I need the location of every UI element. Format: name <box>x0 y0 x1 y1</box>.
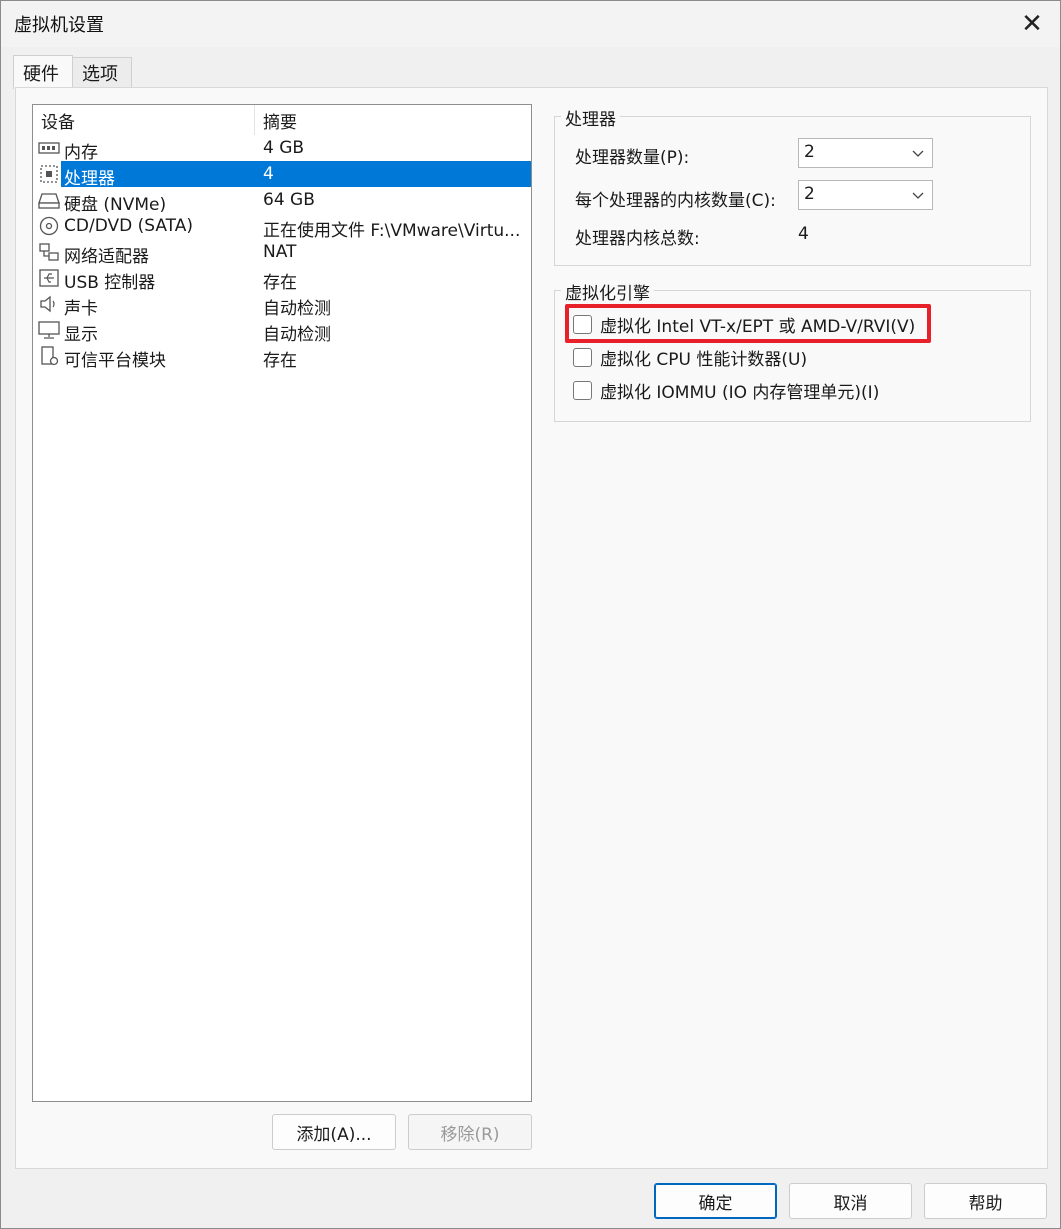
device-row-network-adapter[interactable]: 网络适配器 NAT <box>33 239 531 267</box>
device-row-processor[interactable]: 处理器 4 <box>33 161 531 189</box>
usb-icon <box>39 269 59 287</box>
device-summary: 自动检测 <box>263 299 331 319</box>
window-title: 虚拟机设置 <box>14 15 104 36</box>
device-summary: 存在 <box>263 273 297 293</box>
ok-button-label: 确定 <box>698 1193 733 1214</box>
hard-disk-icon <box>38 193 60 209</box>
device-row-cd-dvd[interactable]: CD/DVD (SATA) 正在使用文件 F:\VMware\Virtu... <box>33 213 531 241</box>
red-annotation-box <box>565 304 931 343</box>
chevron-down-icon <box>912 192 924 199</box>
tab-hardware[interactable]: 硬件 <box>13 55 73 89</box>
virtualize-iommu-checkbox[interactable] <box>573 380 592 400</box>
list-header: 设备 摘要 <box>33 105 531 135</box>
column-header-device[interactable]: 设备 <box>33 105 255 135</box>
device-row-usb[interactable]: USB 控制器 存在 <box>33 265 531 293</box>
memory-icon <box>38 142 60 154</box>
device-row-display[interactable]: 显示 自动检测 <box>33 317 531 345</box>
device-name: 声卡 <box>64 299 98 319</box>
selection-highlight <box>61 161 531 187</box>
virtualize-cpu-counters-checkbox-row[interactable]: 虚拟化 CPU 性能计数器(U) <box>573 345 808 370</box>
tab-options[interactable]: 选项 <box>72 57 132 88</box>
device-summary: 正在使用文件 F:\VMware\Virtu... <box>263 221 521 241</box>
help-button[interactable]: 帮助 <box>924 1183 1047 1219</box>
title-bar: 虚拟机设置 ✕ <box>1 1 1060 47</box>
close-icon: ✕ <box>1021 9 1043 39</box>
virtualize-cpu-counters-label: 虚拟化 CPU 性能计数器(U) <box>600 349 808 370</box>
column-header-device-label: 设备 <box>41 112 75 133</box>
cancel-button-label: 取消 <box>833 1193 868 1214</box>
close-button[interactable]: ✕ <box>1004 1 1060 47</box>
device-summary: 4 GB <box>263 138 305 158</box>
remove-device-button[interactable]: 移除(R) <box>408 1114 532 1150</box>
device-summary: 存在 <box>263 351 297 371</box>
device-list[interactable]: 设备 摘要 内存 4 GB 处理器 4 硬盘 (NVMe) 64 GB CD/D… <box>32 104 532 1102</box>
network-adapter-icon <box>39 243 59 261</box>
processor-icon <box>40 165 58 183</box>
device-name: 可信平台模块 <box>64 351 166 371</box>
processor-count-label: 处理器数量(P): <box>575 148 690 168</box>
total-cores-value: 4 <box>798 224 809 244</box>
virtualization-engine-title: 虚拟化引擎 <box>561 279 654 304</box>
device-name: 网络适配器 <box>64 247 149 267</box>
device-name: USB 控制器 <box>64 273 156 293</box>
device-name: 内存 <box>64 143 98 163</box>
device-row-hard-disk[interactable]: 硬盘 (NVMe) 64 GB <box>33 187 531 215</box>
ok-button[interactable]: 确定 <box>654 1183 777 1219</box>
device-summary: 4 <box>263 164 274 184</box>
cores-per-processor-value: 2 <box>804 184 815 204</box>
vm-settings-dialog: 虚拟机设置 ✕ 硬件 选项 设备 摘要 内存 4 GB 处理器 4 硬盘 (NV… <box>0 0 1061 1229</box>
cores-per-processor-select[interactable]: 2 <box>798 180 933 210</box>
monitor-icon <box>38 321 60 339</box>
column-header-summary[interactable]: 摘要 <box>255 105 531 135</box>
device-name: 硬盘 (NVMe) <box>64 195 167 215</box>
tpm-icon <box>41 346 59 366</box>
virtualize-cpu-counters-checkbox[interactable] <box>573 347 592 367</box>
tab-options-label: 选项 <box>82 64 118 85</box>
column-header-summary-label: 摘要 <box>263 112 297 133</box>
processor-count-select[interactable]: 2 <box>798 138 933 168</box>
add-device-label: 添加(A)... <box>296 1124 372 1145</box>
device-name: 显示 <box>64 325 98 345</box>
device-row-sound-card[interactable]: 声卡 自动检测 <box>33 291 531 319</box>
cancel-button[interactable]: 取消 <box>789 1183 912 1219</box>
device-name: CD/DVD (SATA) <box>64 216 193 236</box>
virtualize-iommu-label: 虚拟化 IOMMU (IO 内存管理单元)(I) <box>600 382 880 403</box>
device-summary: 自动检测 <box>263 325 331 345</box>
device-name: 处理器 <box>64 169 115 189</box>
remove-device-label: 移除(R) <box>440 1124 500 1145</box>
total-cores-label: 处理器内核总数: <box>575 229 700 249</box>
chevron-down-icon <box>912 150 924 157</box>
add-device-button[interactable]: 添加(A)... <box>272 1114 396 1150</box>
speaker-icon <box>40 295 55 313</box>
device-row-memory[interactable]: 内存 4 GB <box>33 135 531 163</box>
processor-count-value: 2 <box>804 142 815 162</box>
help-button-label: 帮助 <box>968 1193 1003 1214</box>
device-row-tpm[interactable]: 可信平台模块 存在 <box>33 343 531 371</box>
tab-hardware-label: 硬件 <box>23 63 59 85</box>
cd-dvd-icon <box>39 216 59 236</box>
processor-group-title: 处理器 <box>561 105 620 130</box>
device-summary: NAT <box>263 242 297 262</box>
device-summary: 64 GB <box>263 190 315 210</box>
virtualize-iommu-checkbox-row[interactable]: 虚拟化 IOMMU (IO 内存管理单元)(I) <box>573 378 880 403</box>
cores-per-processor-label: 每个处理器的内核数量(C): <box>575 191 776 211</box>
